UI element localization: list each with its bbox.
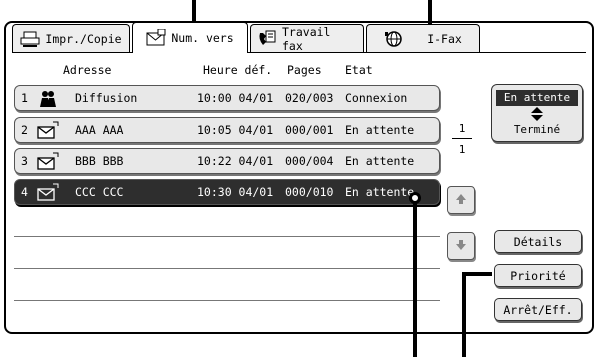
fax-phone-icon	[257, 30, 277, 48]
envelope-icon	[146, 29, 166, 47]
job-pages: 020/003	[285, 91, 334, 105]
job-row[interactable]: 1 Diffusion 10:00 04/01 020/003 Connexio…	[14, 85, 440, 111]
job-time: 10:22 04/01	[197, 154, 274, 168]
stop-delete-button[interactable]: Arrêt/Eff.	[494, 298, 582, 321]
callout-connector-priority	[462, 272, 492, 276]
tab-print-copy[interactable]: Impr./Copie	[12, 24, 130, 52]
job-number: 1	[21, 91, 28, 105]
job-number: 2	[21, 123, 28, 137]
scroll-up-button[interactable]	[447, 186, 475, 214]
empty-row-divider	[14, 236, 440, 237]
job-row[interactable]: 2 AAA AAA 10:05 04/01 000/001 En attente	[14, 117, 440, 143]
arrow-up-icon	[454, 192, 468, 209]
job-time: 10:30 04/01	[197, 185, 274, 199]
column-header-pages: Pages	[287, 63, 322, 77]
job-address: BBB BBB	[75, 154, 124, 168]
job-status: En attente	[345, 154, 415, 168]
job-pages: 000/004	[285, 154, 334, 168]
tab-strip-divider	[12, 52, 586, 53]
column-header-time: Heure déf.	[203, 63, 273, 77]
job-address: Diffusion	[75, 91, 138, 105]
tab-internet-fax-label: I-Fax	[427, 31, 462, 46]
job-address: AAA AAA	[75, 123, 124, 137]
job-status: En attente	[345, 123, 415, 137]
queue-toggle-other: Terminé	[513, 123, 561, 136]
empty-row-divider	[14, 300, 440, 301]
callout-line-tab-scan	[192, 0, 196, 24]
job-row-selected[interactable]: 4 CCC CCC 10:30 04/01 000/010 En attente	[14, 179, 440, 205]
job-row[interactable]: 3 BBB BBB 10:22 04/01 000/004 En attente	[14, 148, 440, 174]
job-pages: 000/001	[285, 123, 334, 137]
email-send-icon	[37, 152, 59, 172]
page-counter-divider	[452, 138, 472, 139]
callout-marker-selected-job	[409, 192, 421, 204]
page-current: 1	[458, 122, 466, 135]
toggle-arrows-icon	[530, 107, 544, 121]
job-address: CCC CCC	[75, 185, 124, 199]
details-button[interactable]: Détails	[494, 230, 582, 253]
job-number: 4	[21, 185, 28, 199]
priority-button[interactable]: Priorité	[494, 264, 582, 287]
printer-icon	[20, 30, 40, 48]
tab-scan-send[interactable]: Num. vers	[132, 22, 248, 53]
job-time: 10:05 04/01	[197, 123, 274, 137]
email-send-icon	[37, 183, 59, 203]
callout-line-tab-ifax	[428, 0, 432, 24]
tab-fax-job[interactable]: Travail fax	[250, 24, 364, 53]
column-header-status: Etat	[345, 63, 373, 77]
empty-row-divider	[14, 268, 440, 269]
job-time: 10:00 04/01	[197, 91, 274, 105]
tab-fax-job-label: Travail fax	[282, 24, 331, 53]
page-total: 1	[458, 143, 466, 156]
tab-scan-send-label: Num. vers	[171, 31, 234, 45]
queue-toggle-selected: En attente	[496, 90, 578, 106]
job-status: En attente	[345, 185, 415, 199]
column-header-address: Adresse	[63, 63, 112, 77]
internet-fax-icon	[384, 30, 404, 48]
job-number: 3	[21, 154, 28, 168]
queue-toggle-button[interactable]: En attente Terminé	[491, 84, 583, 142]
scroll-down-button[interactable]	[447, 232, 475, 260]
broadcast-group-icon	[37, 89, 59, 109]
page-counter: 1 1	[452, 122, 472, 156]
job-pages: 000/010	[285, 185, 334, 199]
tab-internet-fax[interactable]: I-Fax	[366, 24, 480, 52]
callout-line-selected-job	[413, 196, 417, 357]
arrow-down-icon	[454, 238, 468, 255]
callout-line-priority	[462, 274, 466, 357]
job-status: Connexion	[345, 91, 408, 105]
email-send-icon	[37, 121, 59, 141]
tab-print-copy-label: Impr./Copie	[45, 31, 122, 46]
